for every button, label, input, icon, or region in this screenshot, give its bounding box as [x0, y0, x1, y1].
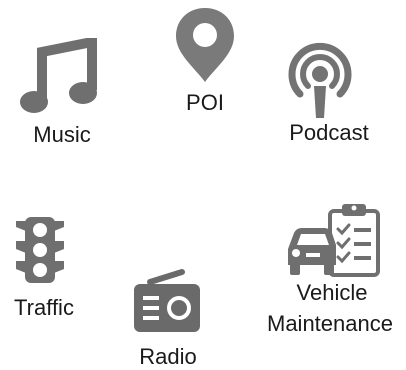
music-label: Music	[33, 122, 91, 147]
podcast-label: Podcast	[289, 120, 369, 145]
tile-music[interactable]: Music	[0, 0, 130, 160]
traffic-label: Traffic	[14, 295, 74, 320]
podcast-icon	[288, 42, 352, 118]
tile-traffic[interactable]: Traffic	[0, 205, 100, 325]
poi-label: POI	[186, 90, 224, 115]
radio-icon	[132, 268, 202, 334]
radio-label: Radio	[139, 344, 197, 369]
music-note-icon	[20, 38, 97, 113]
vehicle-maintenance-label-line2: Maintenance	[267, 311, 393, 336]
tile-podcast[interactable]: Podcast	[270, 30, 390, 150]
tile-poi[interactable]: POI	[150, 0, 260, 120]
vehicle-maintenance-label-line1: Vehicle	[296, 280, 368, 305]
tile-vehicle-maintenance[interactable]: Vehicle Maintenance	[252, 195, 406, 345]
vehicle-checklist-icon	[288, 204, 380, 277]
map-pin-icon	[176, 8, 234, 82]
traffic-light-icon	[16, 217, 64, 283]
tile-radio[interactable]: Radio	[118, 262, 218, 369]
